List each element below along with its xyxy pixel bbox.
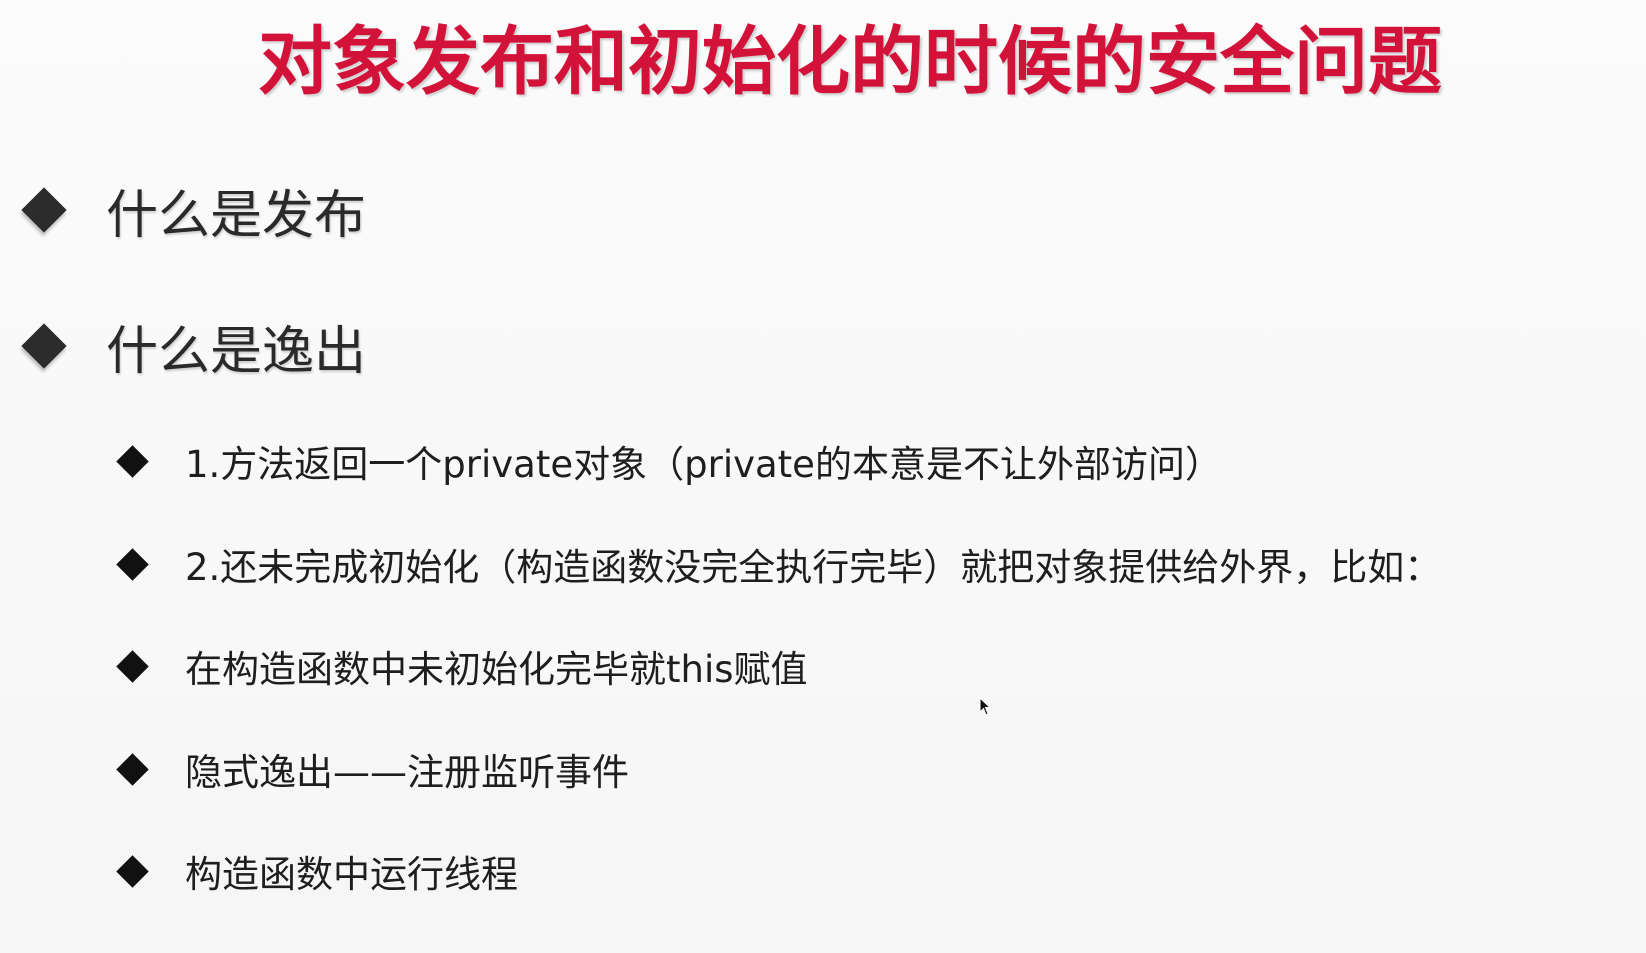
sub-point-text: 隐式逸出——注册监听事件 [185,751,629,794]
diamond-bullet-icon [21,323,67,369]
sub-point-text: 构造函数中运行线程 [185,853,518,896]
diamond-bullet-icon [116,444,149,478]
sub-point-text: 在构造函数中未初始化完毕就this赋值 [185,648,808,691]
sub-point-text: 1.方法返回一个private对象（private的本意是不让外部访问） [185,443,1222,486]
sub-point-3: 在构造函数中未初始化完毕就this赋值 [0,641,808,691]
main-point-escape: 什么是逸出 [0,314,366,382]
sub-point-2: 2.还未完成初始化（构造函数没完全执行完毕）就把对象提供给外界，比如： [0,539,1441,589]
diamond-bullet-icon [116,547,149,581]
sub-point-text: 2.还未完成初始化（构造函数没完全执行完毕）就把对象提供给外界，比如： [185,546,1442,589]
main-point-publish: 什么是发布 [0,178,366,246]
diamond-bullet-icon [116,854,149,888]
slide-title: 对象发布和初始化的时候的安全问题 [258,19,1442,105]
sub-point-1: 1.方法返回一个private对象（private的本意是不让外部访问） [0,436,1222,486]
sub-point-4: 隐式逸出——注册监听事件 [0,744,629,794]
main-point-text: 什么是逸出 [106,321,367,382]
diamond-bullet-icon [116,649,149,683]
diamond-bullet-icon [21,187,67,233]
main-point-text: 什么是发布 [106,185,367,246]
sub-point-5: 构造函数中运行线程 [0,846,518,896]
slide: 对象发布和初始化的时候的安全问题 什么是发布 什么是逸出 1.方法返回一个pri… [0,0,1646,953]
diamond-bullet-icon [116,752,149,786]
mouse-pointer-icon [979,697,992,716]
